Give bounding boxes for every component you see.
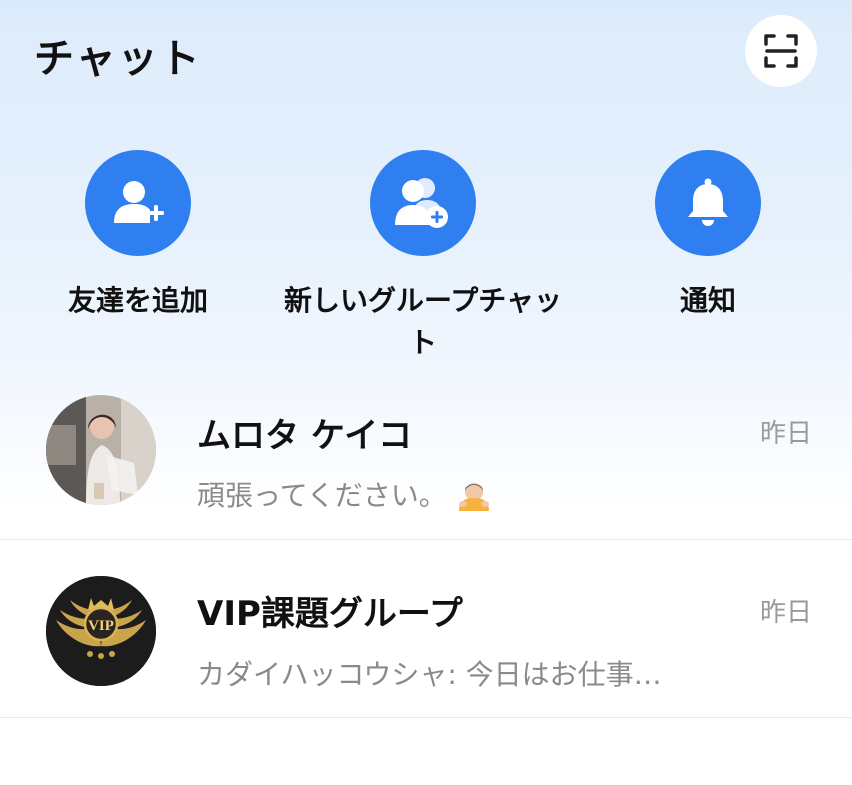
chat-message-preview: 頑張ってください。 (197, 474, 493, 514)
chat-row[interactable]: ムロタ ケイコ 頑張ってください。 昨日 (0, 370, 852, 540)
new-group-icon-circle (370, 150, 476, 256)
notifications-button[interactable]: 通知 (558, 150, 852, 322)
chat-message-text: 頑張ってください。 (197, 479, 447, 512)
chat-message-preview: カダイハッコウシャ: 今日はお仕事… (197, 653, 662, 693)
header: チャット (0, 0, 852, 110)
avatar: VIP (46, 576, 156, 686)
new-group-icon (395, 178, 448, 228)
add-friend-icon (114, 181, 164, 223)
bell-icon-circle (655, 150, 761, 256)
add-friend-button[interactable]: 友達を追加 (0, 150, 288, 322)
quick-actions: 友達を追加 新しいグループチャット 通知 (0, 150, 852, 370)
chat-time: 昨日 (759, 419, 812, 449)
bell-icon (688, 178, 728, 226)
scan-button[interactable] (745, 15, 817, 87)
chat-message-text: カダイハッコウシャ: 今日はお仕事… (197, 658, 662, 691)
page-title: チャット (34, 36, 202, 82)
scan-icon (764, 34, 798, 68)
notifications-label: 通知 (679, 284, 736, 317)
chat-name: ムロタ ケイコ (197, 416, 413, 456)
chat-row[interactable]: VIP VIP課題グループ カダイハッコウシャ: 今日はお仕事… 昨日 (0, 541, 852, 718)
bowing-person-emoji (458, 483, 489, 511)
new-group-chat-button[interactable]: 新しいグループチャット (273, 150, 573, 364)
new-group-chat-label: 新しいグループチャット (283, 284, 563, 359)
avatar (46, 395, 156, 505)
vip-avatar-text: VIP (88, 618, 114, 634)
add-friend-icon-circle (85, 150, 191, 256)
chat-name: VIP課題グループ (197, 594, 463, 634)
add-friend-label: 友達を追加 (67, 284, 208, 317)
chat-time: 昨日 (759, 598, 812, 628)
